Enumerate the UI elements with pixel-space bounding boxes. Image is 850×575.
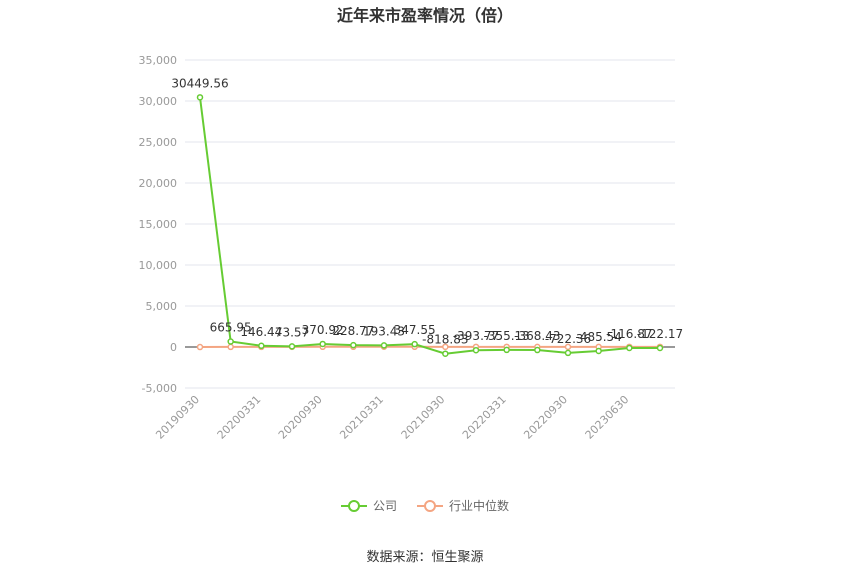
company-point <box>319 340 326 348</box>
industry-median-point <box>227 343 234 351</box>
legend-industry-median-label: 行业中位数 <box>449 499 510 513</box>
company-point <box>288 343 296 350</box>
company-point <box>626 344 633 352</box>
line-chart: 35,000 30,000 25,000 20,000 15,000 10,000 5,00… <box>139 54 684 442</box>
x-tick-label: 20230630 <box>583 393 632 442</box>
legend-industry-median-icon <box>417 499 443 512</box>
y-tick-label: 20,000 <box>139 177 178 190</box>
legend-item-industry-median[interactable]: 行业中位数 <box>417 497 509 514</box>
company-data-label: 30449.56 <box>171 76 228 90</box>
x-tick-label: 20210331 <box>337 393 386 442</box>
y-tick-label: 15,000 <box>139 218 178 231</box>
company-point <box>442 350 449 357</box>
company-point <box>380 342 388 349</box>
x-tick-label: 20190930 <box>153 393 202 442</box>
y-tick-label: 30,000 <box>139 95 178 108</box>
company-point <box>350 341 357 349</box>
x-tick-label: 20200930 <box>276 393 325 442</box>
y-tick-label: 35,000 <box>139 54 178 67</box>
industry-median-point <box>196 343 204 351</box>
company-point <box>227 338 234 345</box>
legend-company-label: 公司 <box>372 499 397 513</box>
legend-item-company[interactable]: 公司 <box>340 497 397 514</box>
company-series-line <box>199 97 661 355</box>
company-point <box>656 344 664 352</box>
company-data-label: -122.17 <box>637 327 683 341</box>
company-point <box>503 346 510 354</box>
data-source: 数据来源：恒生聚源 <box>366 550 484 565</box>
company-point <box>534 346 541 354</box>
y-tick-label: 5,000 <box>146 300 178 313</box>
y-tick-label: 25,000 <box>139 136 178 149</box>
y-tick-label: -5,000 <box>142 382 177 395</box>
x-tick-label: 20220331 <box>460 393 509 442</box>
company-point <box>196 94 204 101</box>
legend-company-icon <box>340 499 367 512</box>
company-point <box>564 349 572 357</box>
company-point <box>595 347 602 355</box>
x-tick-label: 20200331 <box>215 393 264 442</box>
company-point <box>258 342 265 350</box>
y-tick-label: 0 <box>170 341 177 354</box>
company-point <box>472 346 480 354</box>
chart-legend: 公司 行业中位数 <box>0 497 850 514</box>
company-point <box>411 340 418 348</box>
x-tick-label: 20220930 <box>521 393 570 442</box>
x-tick-label: 20210930 <box>399 393 448 442</box>
y-tick-label: 10,000 <box>139 259 178 272</box>
